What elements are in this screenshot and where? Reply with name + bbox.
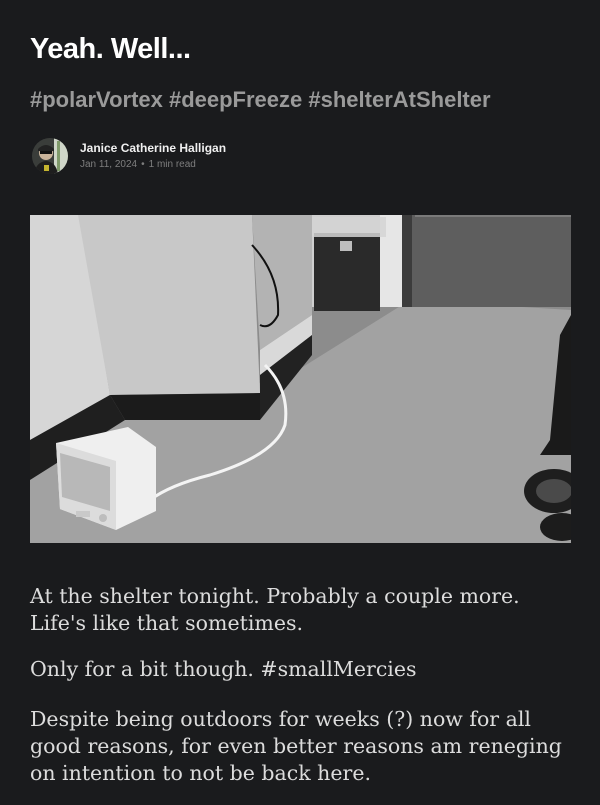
avatar-photo-icon — [32, 138, 68, 174]
byline: Janice Catherine Halligan Jan 11, 2024 • 1… — [30, 136, 430, 176]
post-paragraph: Only for a bit though. #smallMercies — [30, 657, 417, 681]
post-date: Jan 11, 2024 — [80, 159, 138, 170]
post-paragraph: At the shelter tonight. Probably a coupl… — [30, 584, 520, 635]
post-paragraph: Despite being outdoors for weeks (?) now… — [30, 707, 562, 785]
author-name[interactable]: Janice Catherine Halligan — [80, 141, 226, 155]
post-meta: Jan 11, 2024 • 1 min read — [80, 159, 196, 170]
meta-separator: • — [141, 159, 145, 170]
post-subtitle: #polarVortex #deepFreeze #shelterAtShelt… — [30, 87, 491, 112]
heater-photo — [30, 215, 571, 543]
read-time: 1 min read — [148, 159, 196, 170]
author-avatar[interactable] — [32, 138, 68, 174]
post-image — [30, 215, 571, 543]
post-title: Yeah. Well... — [30, 33, 191, 65]
